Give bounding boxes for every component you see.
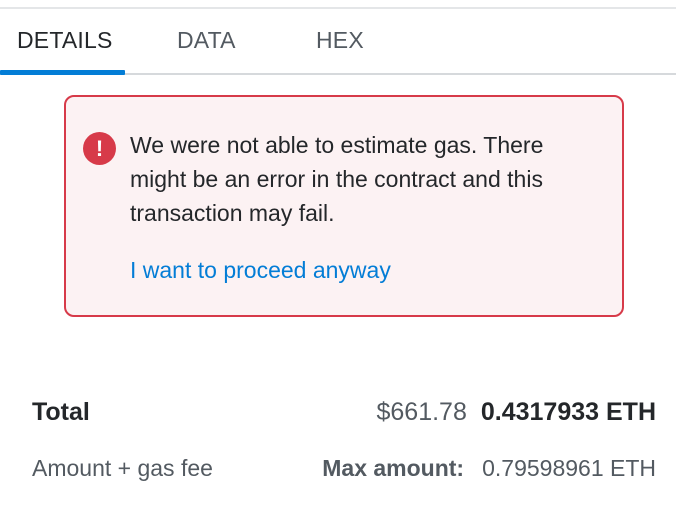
max-amount-value: 0.79598961 ETH bbox=[482, 455, 656, 481]
total-fiat-value: $661.78 bbox=[376, 398, 467, 426]
tab-details[interactable]: DETAILS bbox=[17, 9, 113, 73]
max-amount: Max amount: 0.79598961 ETH bbox=[322, 455, 656, 482]
amount-gas-fee-label: Amount + gas fee bbox=[32, 455, 213, 481]
active-tab-indicator bbox=[0, 70, 125, 75]
total-label: Total bbox=[32, 398, 90, 426]
tab-data[interactable]: DATA bbox=[177, 9, 236, 73]
total-eth-value: 0.4317933 ETH bbox=[480, 398, 656, 426]
tab-bar: DETAILS DATA HEX bbox=[0, 9, 676, 75]
error-message: We were not able to estimate gas. There … bbox=[130, 132, 544, 226]
total-values: $661.78 0.4317933 ETH bbox=[377, 398, 657, 427]
gas-estimate-error-banner: ! We were not able to estimate gas. Ther… bbox=[64, 95, 624, 317]
max-amount-label: Max amount: bbox=[322, 455, 465, 481]
error-icon: ! bbox=[83, 132, 116, 165]
tab-hex[interactable]: HEX bbox=[316, 9, 364, 73]
proceed-anyway-link[interactable]: I want to proceed anyway bbox=[130, 253, 391, 287]
